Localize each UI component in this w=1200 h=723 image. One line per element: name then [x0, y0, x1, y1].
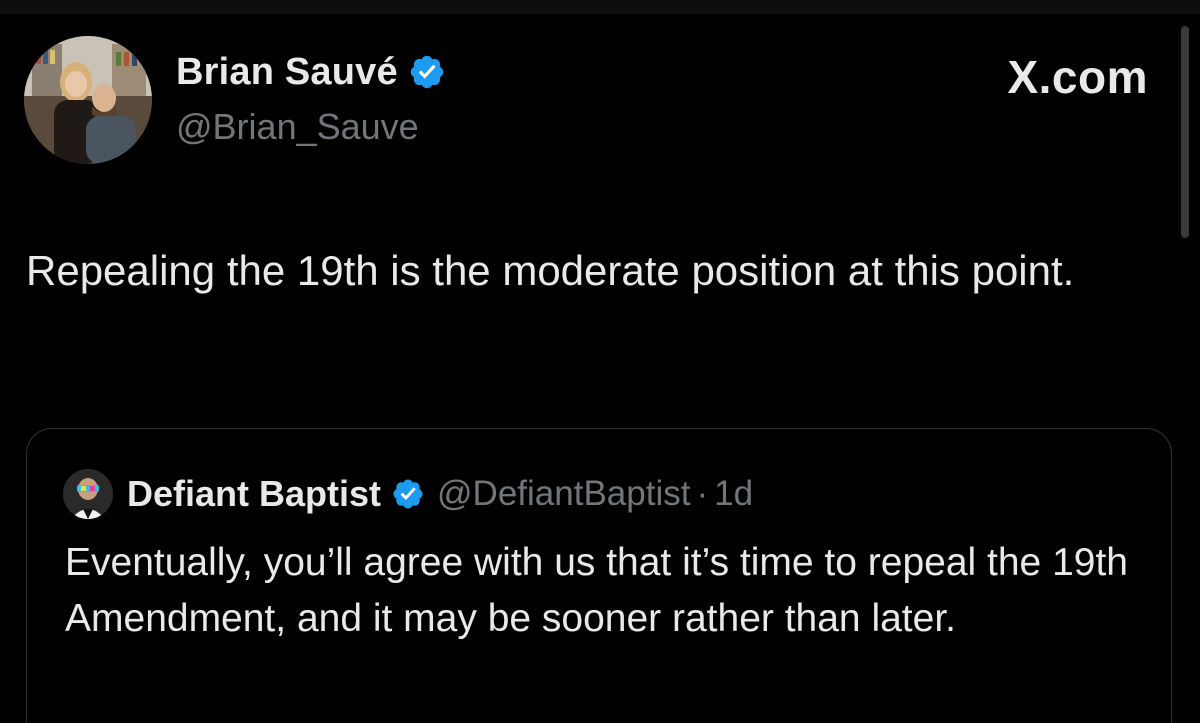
- quoted-avatar[interactable]: [63, 469, 113, 519]
- top-status-strip: [0, 0, 1200, 14]
- author-name[interactable]: Brian Sauvé: [176, 51, 398, 94]
- quoted-tweet-card[interactable]: Defiant Baptist @DefiantBaptist · 1d Eve…: [26, 428, 1172, 723]
- quoted-tweet-text: Eventually, you’ll agree with us that it…: [65, 541, 1128, 640]
- brand-label: X.com: [1007, 51, 1148, 103]
- quoted-tweet-header: Defiant Baptist @DefiantBaptist · 1d: [63, 469, 753, 519]
- screenshot-page: Brian Sauvé @Brian_Sauve X.com Repealing…: [0, 0, 1200, 723]
- quoted-timestamp[interactable]: 1d: [714, 474, 753, 514]
- verified-badge-icon: [410, 55, 444, 89]
- quoted-author-name[interactable]: Defiant Baptist: [127, 473, 381, 515]
- avatar[interactable]: [24, 36, 152, 164]
- tweet-text: Repealing the 19th is the moderate posit…: [26, 247, 1075, 294]
- quoted-author-handle[interactable]: @DefiantBaptist: [437, 474, 690, 514]
- separator-dot: ·: [696, 474, 709, 513]
- author-handle[interactable]: @Brian_Sauve: [176, 106, 419, 148]
- scrollbar[interactable]: [1181, 26, 1189, 238]
- verified-badge-icon: [393, 479, 423, 509]
- author-name-row: Brian Sauvé: [176, 50, 446, 94]
